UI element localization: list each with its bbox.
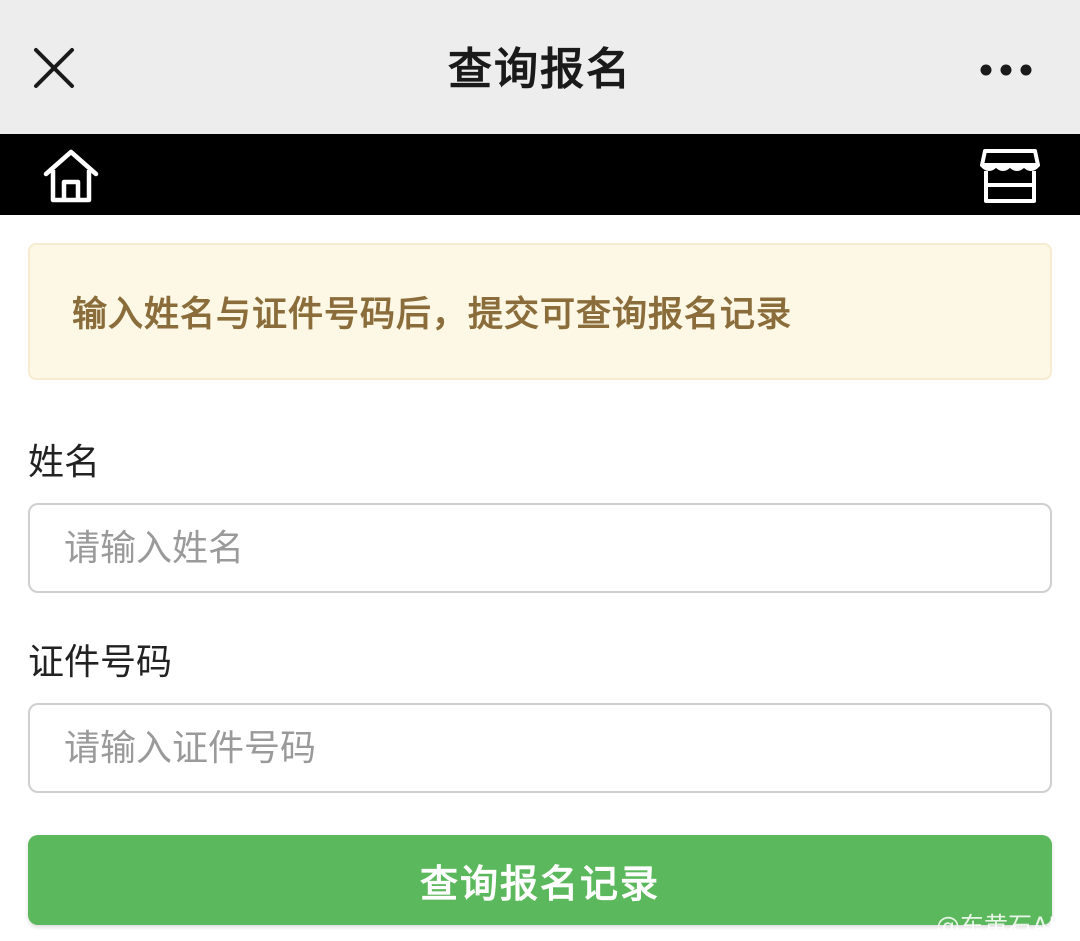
id-number-label: 证件号码 [28, 642, 173, 683]
store-icon [980, 149, 1040, 203]
name-label: 姓名 [28, 442, 101, 483]
submit-query-button[interactable]: 查询报名记录 [28, 835, 1052, 925]
store-button[interactable] [970, 140, 1050, 210]
watermark: @东黄石AI [936, 912, 1056, 940]
name-input[interactable] [28, 503, 1052, 593]
notice-text: 输入姓名与证件号码后，提交可查询报名记录 [72, 295, 793, 335]
more-icon [980, 64, 1032, 76]
notice-box: 输入姓名与证件号码后，提交可查询报名记录 [28, 243, 1052, 380]
nav-bar [0, 134, 1080, 215]
home-button[interactable] [36, 144, 106, 208]
close-icon [34, 48, 74, 88]
id-number-input[interactable] [28, 703, 1052, 793]
title-bar: 查询报名 [0, 0, 1080, 134]
page-title: 查询报名 [448, 44, 632, 95]
more-button[interactable] [966, 40, 1046, 100]
close-button[interactable] [22, 36, 86, 100]
page: 查询报名 输入姓名与证件号码后，提交可查询报名记录 姓名 请输入姓名 证件号码 … [0, 0, 1080, 941]
home-icon [43, 149, 99, 203]
